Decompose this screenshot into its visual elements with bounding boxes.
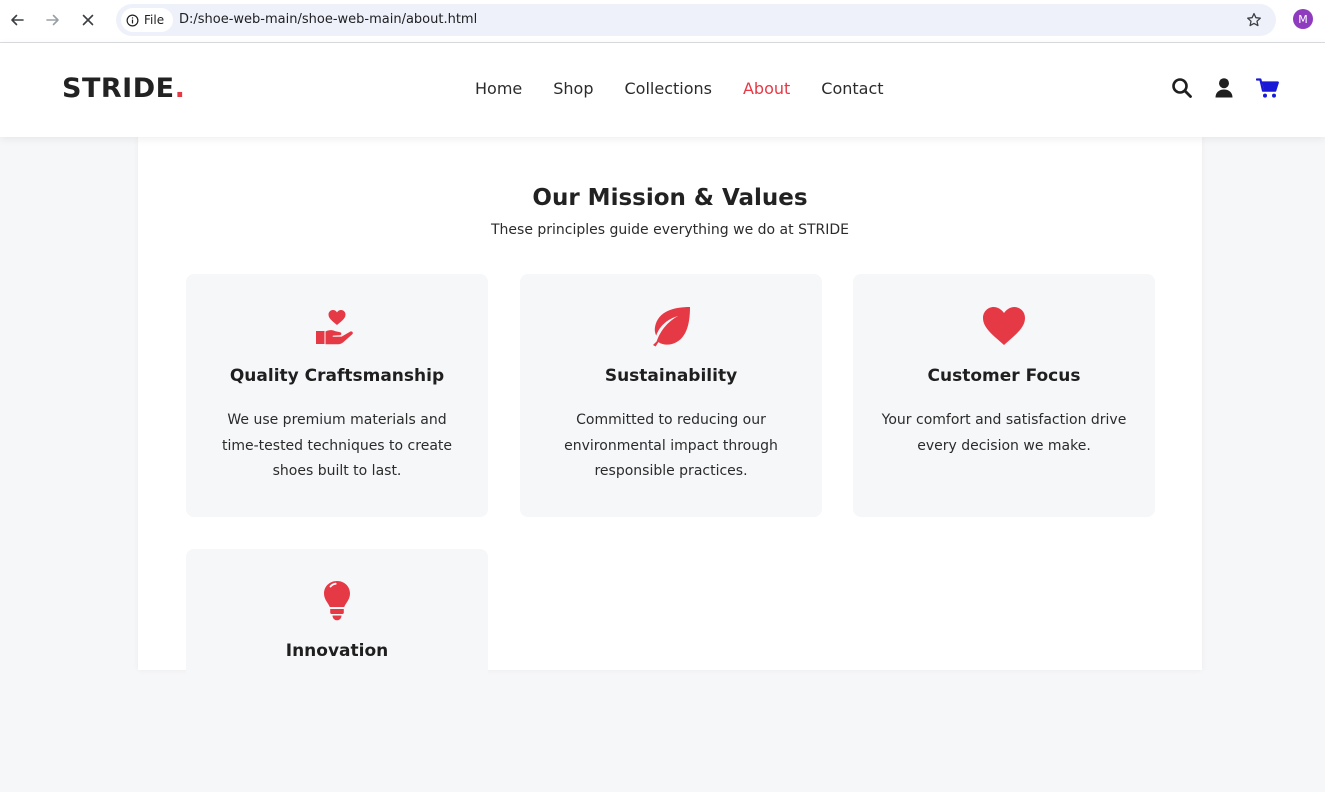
profile-avatar[interactable]: M: [1293, 9, 1313, 29]
nav-collections-link[interactable]: Collections: [625, 79, 712, 98]
site-info-chip[interactable]: File: [121, 8, 173, 32]
cart-icon[interactable]: [1256, 77, 1280, 99]
forward-button[interactable]: [40, 7, 66, 33]
forward-arrow-icon: [46, 14, 59, 26]
nav-home-link[interactable]: Home: [475, 79, 522, 98]
value-card-customer-focus: Customer Focus Your comfort and satisfac…: [853, 274, 1155, 517]
nav-shop-link[interactable]: Shop: [553, 79, 593, 98]
brand-dot: .: [174, 73, 186, 104]
address-bar[interactable]: File D:/shoe-web-main/shoe-web-main/abou…: [116, 4, 1276, 36]
lightbulb-icon: [324, 581, 350, 621]
site-header: STRIDE. Home Shop Collections About Cont…: [0, 43, 1325, 137]
url-text[interactable]: D:/shoe-web-main/shoe-web-main/about.htm…: [179, 12, 477, 27]
hand-holding-heart-icon: [316, 310, 353, 345]
card-title: Sustainability: [604, 366, 738, 386]
brand-logo[interactable]: STRIDE.: [62, 73, 185, 104]
info-icon: [126, 14, 139, 26]
brand-name: STRIDE: [62, 73, 175, 104]
card-title: Quality Craftsmanship: [229, 366, 445, 386]
stop-loading-icon: [82, 14, 94, 26]
section-title: Our Mission & Values: [532, 185, 808, 211]
mission-values-section: Our Mission & Values These principles gu…: [138, 137, 1202, 792]
leaf-icon: [653, 307, 690, 347]
card-title: Customer Focus: [927, 366, 1081, 386]
section-subtitle: These principles guide everything we do …: [491, 222, 849, 238]
value-card-sustainability: Sustainability Committed to reducing our…: [520, 274, 822, 517]
value-card-quality: Quality Craftsmanship We use premium mat…: [186, 274, 488, 517]
card-description: We use premium materials and time-tested…: [221, 412, 452, 479]
stop-button[interactable]: [75, 7, 101, 33]
card-description: Your comfort and satisfaction drive ever…: [881, 412, 1127, 454]
url-scheme-label: File: [144, 13, 165, 27]
browser-toolbar: File D:/shoe-web-main/shoe-web-main/abou…: [0, 0, 1325, 43]
heart-icon: [983, 307, 1025, 345]
value-card-innovation: Innovation: [186, 549, 488, 792]
back-button[interactable]: [4, 7, 30, 33]
user-icon[interactable]: [1213, 77, 1235, 99]
search-icon[interactable]: [1171, 77, 1193, 99]
card-description: Committed to reducing our environmental …: [564, 412, 778, 479]
bookmark-star-icon[interactable]: [1246, 12, 1262, 28]
nav-contact-link[interactable]: Contact: [821, 79, 883, 98]
card-title: Innovation: [285, 641, 389, 661]
main-navigation: Home Shop Collections About Contact: [475, 79, 884, 98]
nav-about-link[interactable]: About: [743, 79, 790, 98]
back-arrow-icon: [11, 14, 24, 26]
